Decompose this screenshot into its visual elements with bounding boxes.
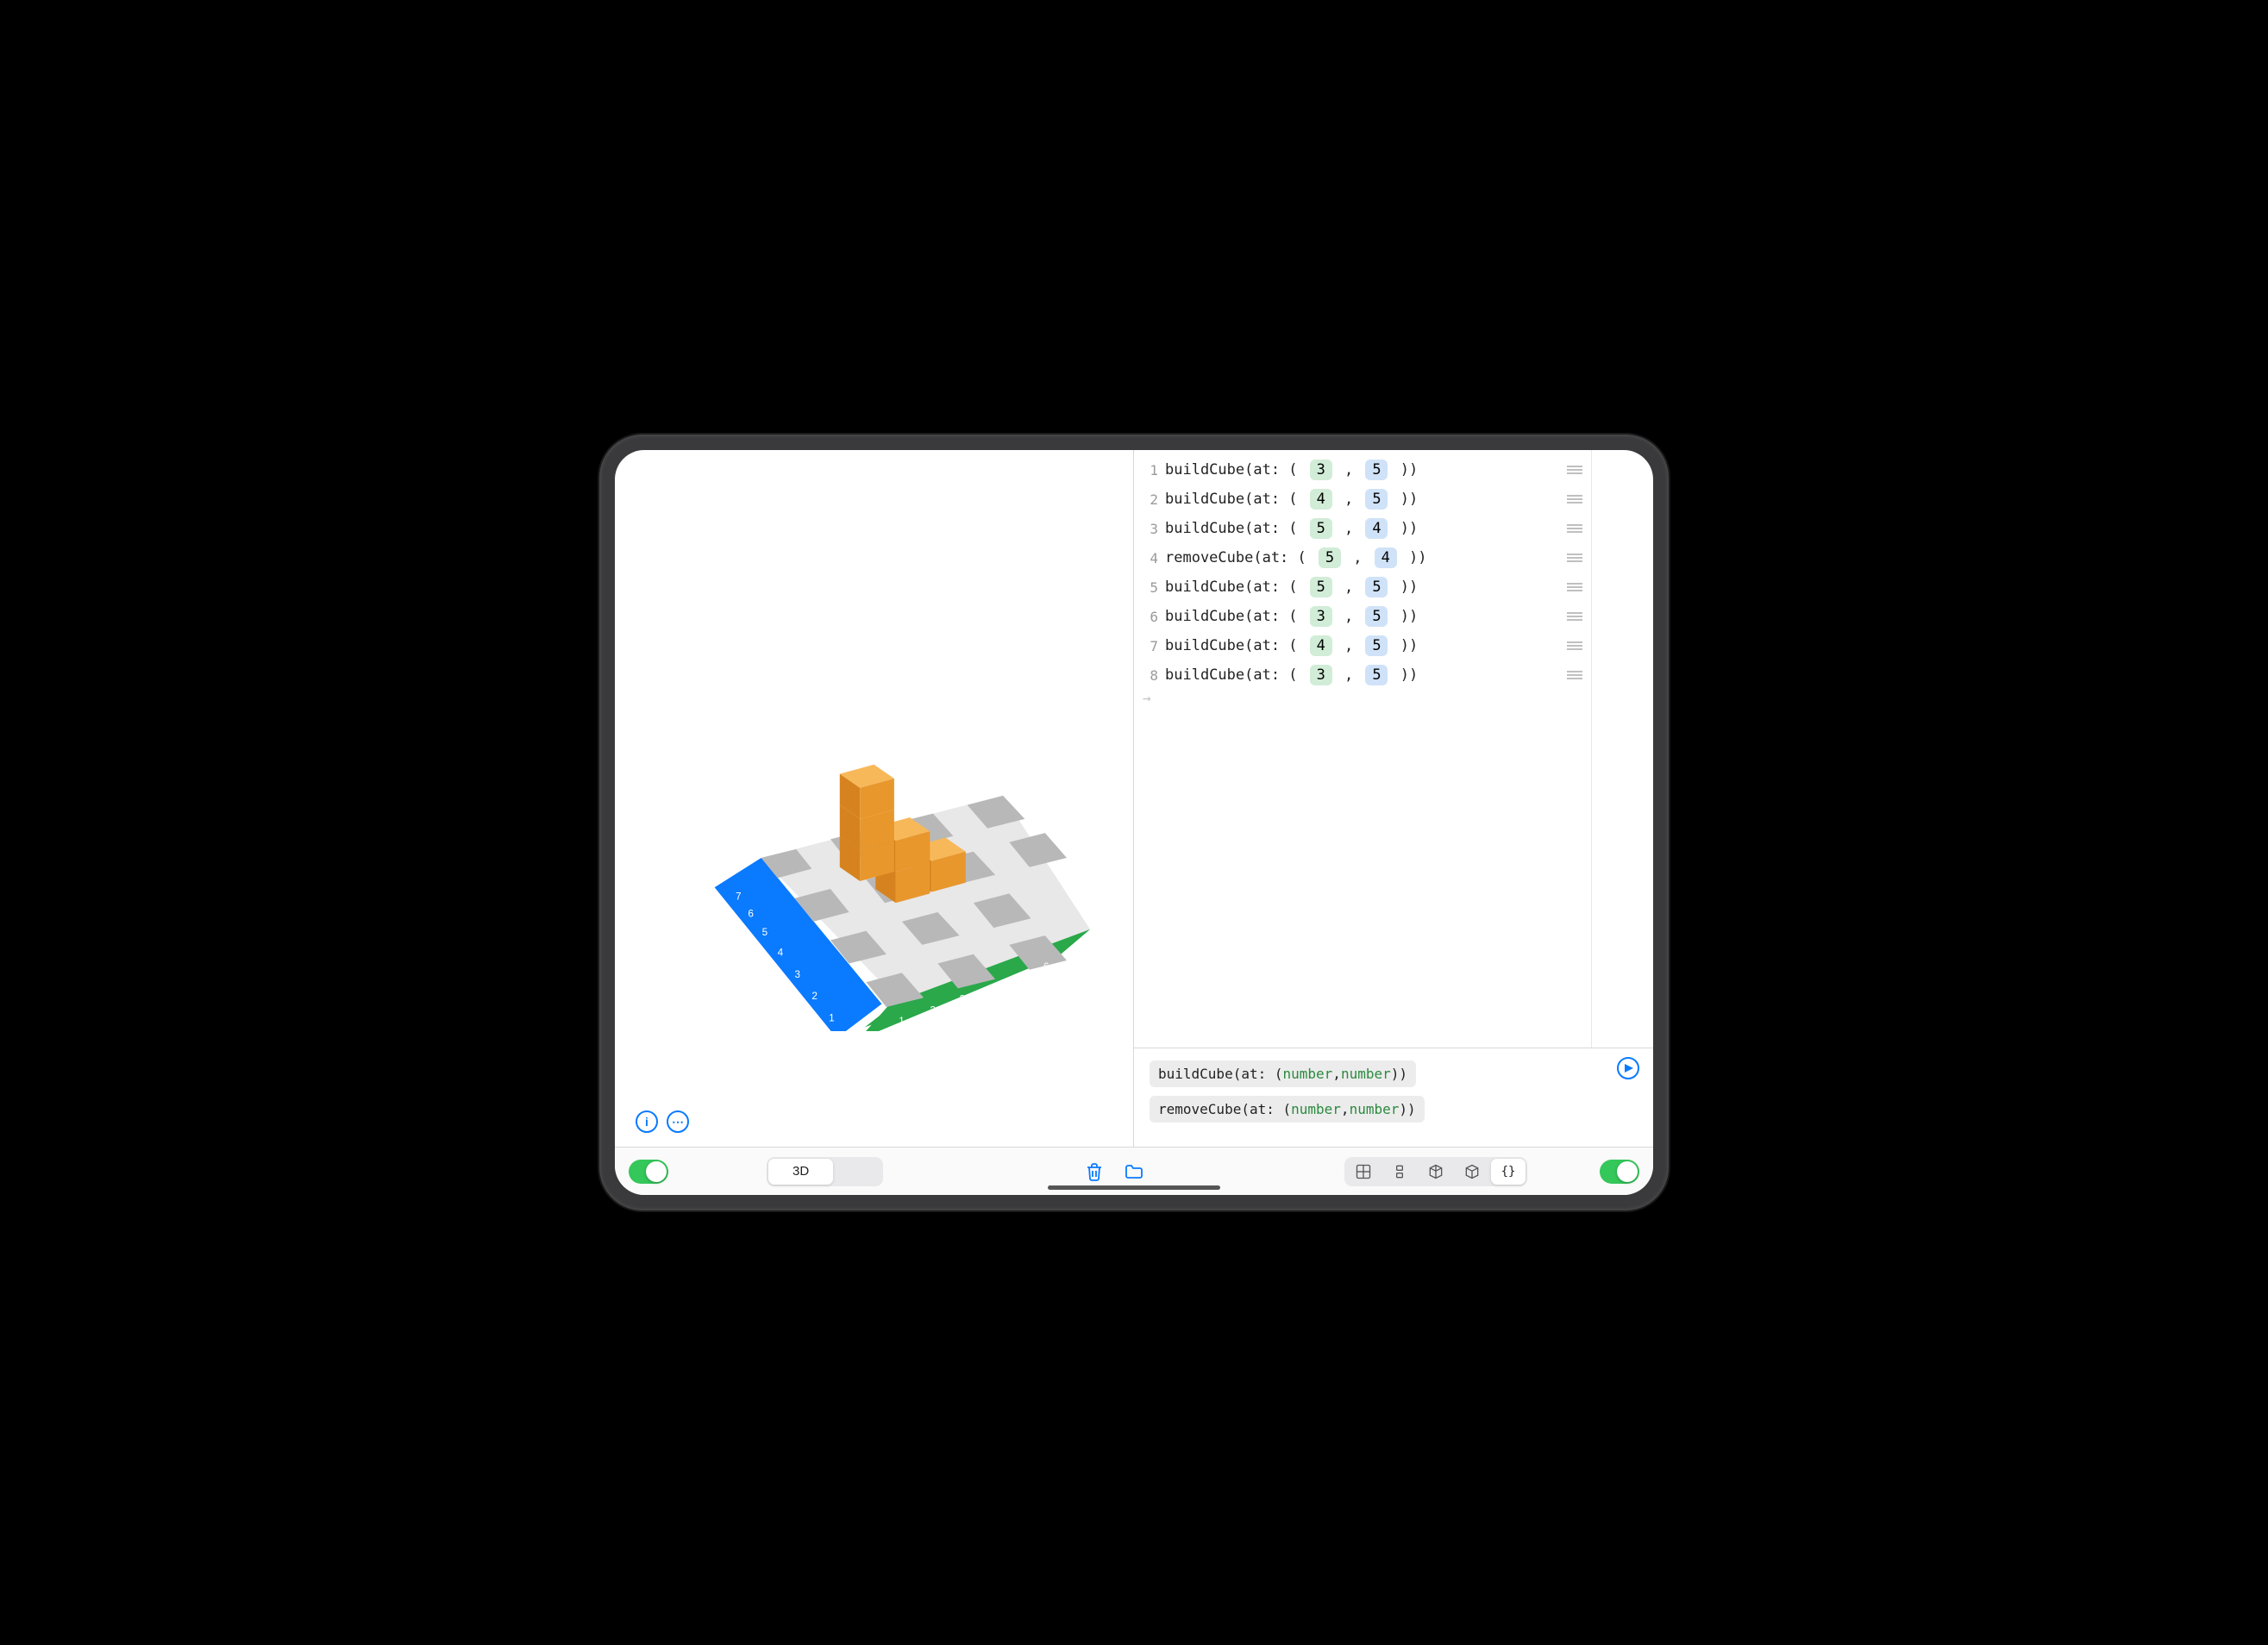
scene-3d[interactable]: 1 2 3 4 5 6 7 1 2 3 4	[615, 450, 1133, 1147]
svg-text:4: 4	[778, 947, 784, 958]
drag-handle-icon[interactable]	[1565, 495, 1584, 504]
code-text: buildCube(at: ( 4 , 5 ))	[1165, 489, 1565, 510]
svg-text:7: 7	[1068, 950, 1074, 961]
seg-grid[interactable]	[833, 1159, 881, 1185]
line-number: 1	[1134, 462, 1158, 478]
arg-y[interactable]: 5	[1365, 635, 1388, 656]
snippet-removecube[interactable]: removeCube(at: (number,number))	[1150, 1096, 1425, 1123]
code-text: buildCube(at: ( 3 , 5 ))	[1165, 665, 1565, 685]
cursor-indicator-icon: →	[1134, 690, 1591, 706]
content-area: 1 2 3 4 5 6 7 1 2 3 4	[615, 450, 1653, 1147]
code-line[interactable]: 3 buildCube(at: ( 5 , 4 ))	[1134, 514, 1591, 543]
arg-x[interactable]: 5	[1310, 518, 1332, 539]
code-line[interactable]: 6 buildCube(at: ( 3 , 5 ))	[1134, 602, 1591, 631]
svg-text:4: 4	[989, 983, 995, 994]
line-number: 5	[1134, 579, 1158, 596]
arg-x[interactable]: 5	[1310, 577, 1332, 597]
home-indicator[interactable]	[1048, 1185, 1220, 1190]
svg-text:5: 5	[1017, 972, 1023, 983]
code-line[interactable]: 4removeCube(at: ( 5 , 4 ))	[1134, 543, 1591, 572]
arg-y[interactable]: 5	[1365, 489, 1388, 510]
svg-text:5: 5	[762, 927, 768, 938]
code-minimap-gutter	[1591, 450, 1653, 1048]
svg-text:6: 6	[1043, 960, 1049, 972]
line-number: 3	[1134, 521, 1158, 537]
arg-y[interactable]: 5	[1365, 460, 1388, 480]
arg-x[interactable]: 3	[1310, 665, 1332, 685]
left-toggle[interactable]	[629, 1160, 668, 1184]
code-text: buildCube(at: ( 4 , 5 ))	[1165, 635, 1565, 656]
snippet-buildcube[interactable]: buildCube(at: (number,number))	[1150, 1060, 1416, 1087]
right-toggle[interactable]	[1600, 1160, 1639, 1184]
code-line[interactable]: 1 buildCube(at: ( 3 , 5 ))	[1134, 455, 1591, 485]
arg-x[interactable]: 4	[1310, 489, 1332, 510]
drag-handle-icon[interactable]	[1565, 466, 1584, 474]
ipad-frame: 1 2 3 4 5 6 7 1 2 3 4	[599, 435, 1669, 1210]
drag-handle-icon[interactable]	[1565, 671, 1584, 679]
svg-text:2: 2	[811, 991, 818, 1002]
svg-text:2: 2	[930, 1004, 936, 1016]
scene-svg: 1 2 3 4 5 6 7 1 2 3 4	[641, 566, 1107, 1032]
seg-3d[interactable]: 3D	[768, 1159, 833, 1185]
svg-text:1: 1	[899, 1015, 905, 1026]
helper-bar: buildCube(at: (number,number)) removeCub…	[1134, 1048, 1653, 1147]
view-mode-segmented[interactable]: 3D	[767, 1157, 883, 1186]
arg-x[interactable]: 5	[1319, 547, 1341, 568]
svg-text:6: 6	[748, 908, 754, 919]
arg-y[interactable]: 5	[1365, 606, 1388, 627]
line-number: 6	[1134, 609, 1158, 625]
code-line[interactable]: 8 buildCube(at: ( 3 , 5 ))	[1134, 660, 1591, 690]
arg-x[interactable]: 4	[1310, 635, 1332, 656]
drag-handle-icon[interactable]	[1565, 554, 1584, 562]
code-line[interactable]: 7 buildCube(at: ( 4 , 5 ))	[1134, 631, 1591, 660]
screen: 1 2 3 4 5 6 7 1 2 3 4	[615, 450, 1653, 1195]
code-text: buildCube(at: ( 5 , 5 ))	[1165, 577, 1565, 597]
code-line[interactable]: 5buildCube(at: ( 5 , 5 ))	[1134, 572, 1591, 602]
tool-stack[interactable]	[1382, 1159, 1417, 1185]
arg-y[interactable]: 5	[1365, 665, 1388, 685]
preview-pane: 1 2 3 4 5 6 7 1 2 3 4	[615, 450, 1134, 1147]
arg-x[interactable]: 3	[1310, 606, 1332, 627]
arg-y[interactable]: 5	[1365, 577, 1388, 597]
code-editor[interactable]: 1 buildCube(at: ( 3 , 5 )) 2 buildCube(at: …	[1134, 450, 1653, 1048]
svg-text:3: 3	[960, 993, 966, 1004]
trash-button[interactable]	[1080, 1157, 1109, 1186]
code-text: buildCube(at: ( 5 , 4 ))	[1165, 518, 1565, 539]
arg-y[interactable]: 4	[1375, 547, 1397, 568]
svg-text:3: 3	[795, 968, 801, 979]
line-number: 2	[1134, 491, 1158, 508]
code-pane: 1 buildCube(at: ( 3 , 5 )) 2 buildCube(at: …	[1134, 450, 1653, 1147]
line-number: 4	[1134, 550, 1158, 566]
code-text: buildCube(at: ( 3 , 5 ))	[1165, 606, 1565, 627]
folder-button[interactable]	[1119, 1157, 1149, 1186]
tool-code[interactable]: {}	[1491, 1159, 1526, 1185]
line-number: 7	[1134, 638, 1158, 654]
drag-handle-icon[interactable]	[1565, 612, 1584, 621]
tool-cube-outline[interactable]	[1419, 1159, 1453, 1185]
drag-handle-icon[interactable]	[1565, 524, 1584, 533]
code-text: buildCube(at: ( 3 , 5 ))	[1165, 460, 1565, 480]
drag-handle-icon[interactable]	[1565, 583, 1584, 591]
svg-text:1: 1	[829, 1012, 835, 1023]
tool-grid2[interactable]	[1346, 1159, 1381, 1185]
run-button[interactable]	[1617, 1057, 1639, 1079]
svg-text:7: 7	[736, 891, 742, 902]
more-button[interactable]: ⋯	[667, 1110, 689, 1133]
arg-y[interactable]: 4	[1365, 518, 1388, 539]
code-text: removeCube(at: ( 5 , 4 ))	[1165, 547, 1565, 568]
arg-x[interactable]: 3	[1310, 460, 1332, 480]
tool-cube-solid[interactable]	[1455, 1159, 1489, 1185]
drag-handle-icon[interactable]	[1565, 641, 1584, 650]
editor-mode-group[interactable]: {}	[1344, 1157, 1527, 1186]
info-button[interactable]: i	[636, 1110, 658, 1133]
line-number: 8	[1134, 667, 1158, 684]
code-line[interactable]: 2 buildCube(at: ( 4 , 5 ))	[1134, 485, 1591, 514]
